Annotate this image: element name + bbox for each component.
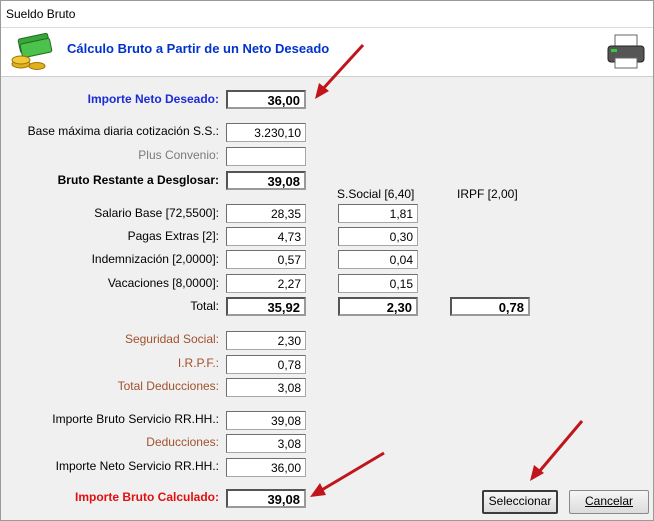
total-deducciones-label: Total Deducciones: (117, 379, 219, 393)
cancel-button-label: Cancelar (584, 494, 634, 508)
window-title: Sueldo Bruto (6, 7, 76, 21)
indemnizacion-bruto-field[interactable]: 0,57 (226, 250, 306, 269)
select-button-label: Seleccionar (488, 494, 552, 508)
banner-heading: Cálculo Bruto a Partir de un Neto Desead… (67, 41, 330, 56)
plus-convenio-field[interactable] (226, 147, 306, 166)
bruto-calculado-field[interactable]: 39,08 (226, 489, 306, 508)
total-irpf-field[interactable]: 0,78 (450, 297, 530, 316)
total-deducciones-field[interactable]: 3,08 (226, 378, 306, 397)
annotation-arrow-bruto (310, 451, 385, 497)
bruto-restante-label: Bruto Restante a Desglosar: (57, 173, 219, 187)
indemnizacion-label: Indemnización [2,0000]: (91, 252, 219, 266)
bruto-calculado-label: Importe Bruto Calculado: (74, 490, 219, 504)
title-bar: Sueldo Bruto (1, 1, 653, 28)
deducciones-label: Deducciones: (146, 435, 219, 449)
vacaciones-ssocial-field[interactable]: 0,15 (338, 274, 418, 293)
base-maxima-label: Base máxima diaria cotización S.S.: (27, 124, 219, 138)
base-maxima-field[interactable]: 3.230,10 (226, 123, 306, 142)
neto-deseado-field[interactable]: 36,00 (226, 90, 306, 109)
ssocial-header: S.Social [6,40] (337, 187, 415, 201)
deducciones-field[interactable]: 3,08 (226, 434, 306, 453)
irpf-label: I.R.P.F.: (177, 356, 219, 370)
total-ssocial-field[interactable]: 2,30 (338, 297, 418, 316)
cancel-button[interactable]: Cancelar (569, 490, 649, 514)
neto-deseado-label: Importe Neto Deseado: (87, 92, 219, 106)
vacaciones-label: Vacaciones [8,0000]: (107, 276, 219, 290)
salario-base-bruto-field[interactable]: 28,35 (226, 204, 306, 223)
neto-servicio-label: Importe Neto Servicio RR.HH.: (55, 459, 219, 473)
seguridad-social-field[interactable]: 2,30 (226, 331, 306, 350)
pagas-extras-bruto-field[interactable]: 4,73 (226, 227, 306, 246)
irpf-field[interactable]: 0,78 (226, 355, 306, 374)
annotation-arrow-neto (315, 43, 365, 99)
bruto-servicio-label: Importe Bruto Servicio RR.HH.: (52, 412, 219, 426)
bruto-restante-field[interactable]: 39,08 (226, 171, 306, 190)
annotation-arrow-select (530, 420, 584, 481)
pagas-extras-ssocial-field[interactable]: 0,30 (338, 227, 418, 246)
salario-base-label: Salario Base [72,5500]: (94, 206, 219, 220)
bruto-servicio-field[interactable]: 39,08 (226, 411, 306, 430)
plus-convenio-label: Plus Convenio: (138, 148, 219, 162)
neto-servicio-field[interactable]: 36,00 (226, 458, 306, 477)
money-icon (11, 32, 53, 70)
total-label: Total: (190, 299, 219, 313)
indemnizacion-ssocial-field[interactable]: 0,04 (338, 250, 418, 269)
irpf-header: IRPF [2,00] (457, 187, 518, 201)
select-button[interactable]: Seleccionar (482, 490, 558, 514)
printer-icon[interactable] (605, 32, 647, 72)
total-bruto-field[interactable]: 35,92 (226, 297, 306, 316)
dialog-window: Sueldo Bruto Cálculo Bruto a Partir de u… (0, 0, 654, 521)
salario-base-ssocial-field[interactable]: 1,81 (338, 204, 418, 223)
vacaciones-bruto-field[interactable]: 2,27 (226, 274, 306, 293)
pagas-extras-label: Pagas Extras [2]: (127, 229, 219, 243)
seguridad-social-label: Seguridad Social: (124, 332, 219, 346)
